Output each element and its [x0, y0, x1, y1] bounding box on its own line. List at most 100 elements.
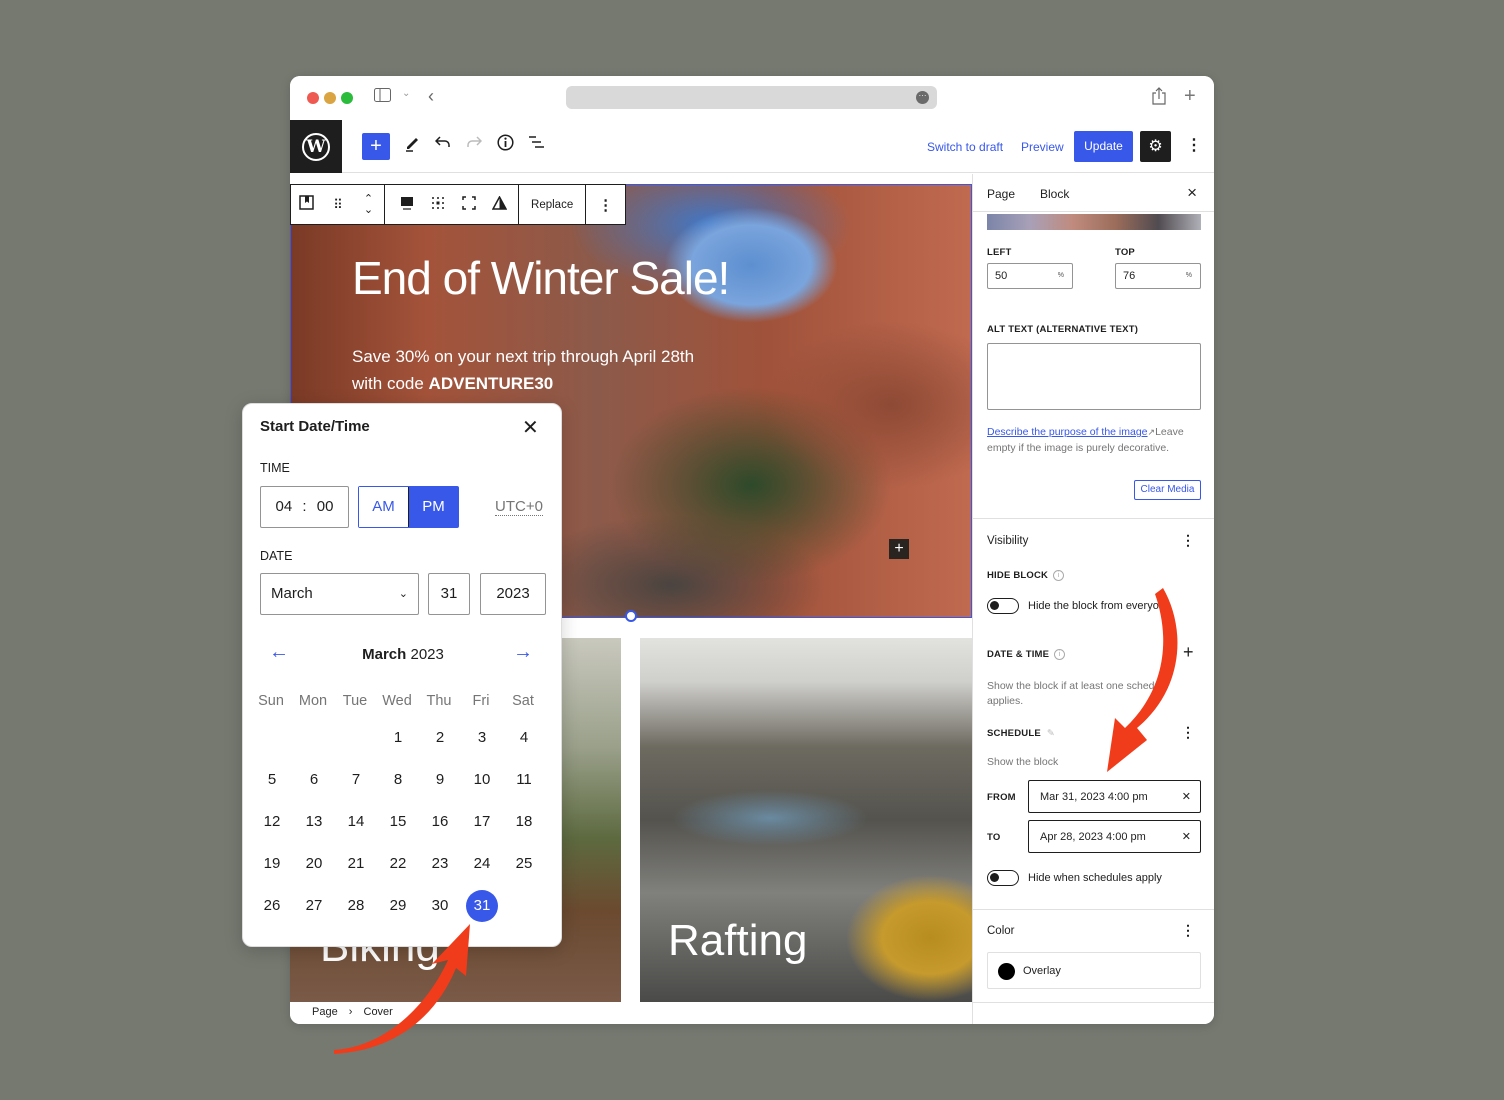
color-title[interactable]: Color [987, 925, 1014, 937]
share-icon[interactable] [1152, 87, 1166, 110]
tab-block[interactable]: Block [1040, 187, 1069, 201]
visibility-title[interactable]: Visibility [987, 535, 1028, 547]
calendar-day[interactable]: 21 [340, 848, 372, 880]
pm-button[interactable]: PM [408, 487, 458, 527]
year-input[interactable]: 2023 [480, 573, 546, 615]
move-up-down-icon[interactable]: ⌃ ⌄ [353, 193, 384, 216]
calendar-day[interactable]: 15 [382, 806, 414, 838]
minutes-input[interactable]: 00 [317, 498, 334, 515]
color-options-icon[interactable]: ⋮ [1181, 922, 1195, 939]
calendar-day[interactable]: 9 [424, 764, 456, 796]
calendar-day[interactable]: 17 [466, 806, 498, 838]
calendar-day[interactable]: 24 [466, 848, 498, 880]
new-tab-icon[interactable]: + [1184, 85, 1196, 108]
time-input[interactable]: 04 : 00 [260, 486, 349, 528]
content-position-icon[interactable] [422, 196, 453, 214]
schedule-options-icon[interactable]: ⋮ [1181, 724, 1195, 741]
add-schedule-plus-icon[interactable]: + [1183, 642, 1194, 663]
minimize-window-button[interactable] [324, 92, 336, 104]
calendar-day[interactable]: 19 [256, 848, 288, 880]
alt-text-textarea[interactable] [987, 343, 1201, 410]
breadcrumb-item-cover[interactable]: Cover [364, 1006, 393, 1018]
calendar-day[interactable]: 12 [256, 806, 288, 838]
calendar-day[interactable]: 28 [340, 890, 372, 922]
calendar-day[interactable]: 13 [298, 806, 330, 838]
month-select[interactable]: March ⌄ [260, 573, 419, 615]
list-view-icon[interactable] [528, 134, 545, 155]
focal-left-input[interactable]: 50 % [987, 263, 1073, 289]
chevron-down-icon[interactable]: ⌄ [402, 88, 410, 99]
calendar-day[interactable]: 23 [424, 848, 456, 880]
edit-pencil-icon[interactable]: ✎ [1047, 728, 1055, 739]
calendar-day[interactable]: 25 [508, 848, 540, 880]
overlay-color-button[interactable]: Overlay [987, 952, 1201, 989]
calendar-day-selected[interactable]: 31 [466, 890, 498, 922]
more-icon[interactable]: ··· [916, 91, 929, 104]
calendar-day[interactable]: 30 [424, 890, 456, 922]
focal-top-input[interactable]: 76 % [1115, 263, 1201, 289]
back-icon[interactable]: ‹ [428, 86, 434, 107]
block-options-kebab-icon[interactable]: ⋮ [590, 196, 621, 214]
calendar-day[interactable]: 20 [298, 848, 330, 880]
block-appender-plus-button[interactable]: + [889, 539, 909, 559]
calendar-day[interactable]: 8 [382, 764, 414, 796]
calendar-day[interactable]: 16 [424, 806, 456, 838]
calendar-day[interactable]: 10 [466, 764, 498, 796]
calendar-day[interactable]: 11 [508, 764, 540, 796]
undo-icon[interactable] [434, 134, 451, 155]
zoom-window-button[interactable] [341, 92, 353, 104]
am-button[interactable]: AM [359, 487, 408, 527]
clear-from-icon[interactable]: ✕ [1182, 790, 1191, 803]
redo-icon[interactable] [466, 134, 483, 155]
calendar-day[interactable]: 5 [256, 764, 288, 796]
edit-pen-icon[interactable] [404, 134, 420, 157]
focal-point-image-preview[interactable] [987, 214, 1201, 230]
calendar-day[interactable]: 1 [382, 722, 414, 754]
add-block-button[interactable]: + [362, 133, 390, 160]
calendar-day[interactable]: 2 [424, 722, 456, 754]
hide-when-schedules-toggle[interactable] [987, 870, 1019, 886]
timezone-label[interactable]: UTC+0 [495, 499, 543, 516]
clear-media-button[interactable]: Clear Media [1134, 480, 1201, 500]
update-button[interactable]: Update [1074, 131, 1133, 162]
close-popover-icon[interactable]: ✕ [522, 415, 539, 440]
from-date-field[interactable]: Mar 31, 2023 4:00 pm ✕ [1028, 780, 1201, 813]
close-window-button[interactable] [307, 92, 319, 104]
to-date-field[interactable]: Apr 28, 2023 4:00 pm ✕ [1028, 820, 1201, 853]
drag-handle-icon[interactable]: ⠿ [322, 197, 353, 213]
calendar-day[interactable]: 7 [340, 764, 372, 796]
wordpress-logo[interactable]: W [290, 120, 342, 173]
hero-title[interactable]: End of Winter Sale! [352, 251, 730, 305]
breadcrumb-item-page[interactable]: Page [312, 1006, 338, 1018]
calendar-day[interactable]: 29 [382, 890, 414, 922]
options-kebab-icon[interactable]: ⋮ [1186, 135, 1202, 155]
tab-page[interactable]: Page [987, 187, 1015, 201]
hero-subtitle[interactable]: Save 30% on your next trip through April… [352, 343, 694, 397]
calendar-day[interactable]: 3 [466, 722, 498, 754]
calendar-day[interactable]: 26 [256, 890, 288, 922]
visibility-options-icon[interactable]: ⋮ [1181, 532, 1195, 549]
cover-block-type-icon[interactable] [291, 195, 322, 214]
calendar-day[interactable]: 4 [508, 722, 540, 754]
calendar-day[interactable]: 22 [382, 848, 414, 880]
switch-to-draft-link[interactable]: Switch to draft [927, 140, 1003, 154]
describe-image-link[interactable]: Describe the purpose of the image [987, 426, 1148, 438]
replace-button[interactable]: Replace [519, 199, 585, 211]
close-sidebar-icon[interactable]: × [1187, 183, 1197, 203]
address-bar[interactable]: ··· [566, 86, 937, 109]
full-height-icon[interactable] [453, 195, 484, 214]
align-full-icon[interactable] [391, 196, 422, 214]
calendar-day[interactable]: 18 [508, 806, 540, 838]
calendar-day[interactable]: 14 [340, 806, 372, 838]
hours-input[interactable]: 04 [276, 498, 293, 515]
day-input[interactable]: 31 [428, 573, 470, 615]
sidebar-toggle-icon[interactable] [374, 88, 391, 107]
calendar-day[interactable]: 27 [298, 890, 330, 922]
settings-gear-button[interactable]: ⚙ [1140, 131, 1171, 162]
calendar-day[interactable]: 6 [298, 764, 330, 796]
clear-to-icon[interactable]: ✕ [1182, 830, 1191, 843]
preview-link[interactable]: Preview [1021, 140, 1064, 154]
hide-block-toggle[interactable] [987, 598, 1019, 614]
resize-handle[interactable] [625, 610, 637, 622]
info-icon[interactable]: i [1054, 649, 1066, 660]
